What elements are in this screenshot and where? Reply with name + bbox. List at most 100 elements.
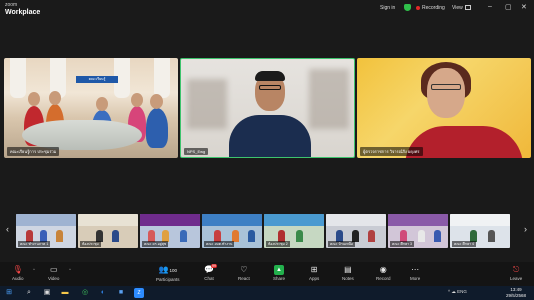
meeting-table <box>22 120 142 150</box>
view-button[interactable]: View <box>452 5 463 11</box>
notes-button[interactable]: ▤ Notes <box>342 265 354 281</box>
filmstrip-next-icon[interactable]: › <box>524 224 527 234</box>
glasses-icon <box>259 85 281 90</box>
chat-unread-badge: 99 <box>211 264 217 268</box>
filmstrip-thumb[interactable]: คณะ ศึกษา 4 <box>450 214 510 248</box>
windows-start-icon[interactable]: ⊞ <box>4 288 14 298</box>
speaker-body <box>229 115 311 157</box>
record-button[interactable]: ◉ Record <box>376 265 391 281</box>
microphone-icon: 🎙 <box>12 265 23 274</box>
file-explorer-icon[interactable]: ▬ <box>60 288 70 298</box>
filmstrip-thumb[interactable]: คณะ บ้านเหนือ <box>326 214 386 248</box>
filmstrip-prev-icon[interactable]: ‹ <box>6 224 9 234</box>
participant-name-tag: ผู้ตรวจราชการ วิจารณ์สิ่ง ผดุงศร <box>360 147 423 156</box>
people-icon: 👥100 <box>158 265 177 274</box>
audio-label: Audio <box>12 276 24 281</box>
participant-head <box>96 97 108 111</box>
react-button[interactable]: ♡ React <box>238 265 250 281</box>
curtain-decoration <box>10 58 26 98</box>
blurred-background <box>187 79 227 129</box>
meeting-toolbar: 🎙 Audio ^ ▭ Video ^ 👥100 Participants 💬 … <box>0 262 534 286</box>
clock[interactable]: 13:49 29/5/2568 <box>506 287 526 299</box>
participant-head <box>131 93 143 107</box>
more-icon: ⋯ <box>411 265 420 274</box>
clock-date: 29/5/2568 <box>506 293 527 298</box>
blurred-background <box>309 69 349 129</box>
os-taskbar: ⊞ ⌕ ▣ ▬ ◎ ◐ ■ Z ^ ☁ ENG 13:49 29/5/2568 <box>0 286 534 300</box>
participant-body <box>405 126 523 158</box>
sign-in-link[interactable]: Sign in <box>380 5 395 11</box>
audio-options-caret[interactable]: ^ <box>33 267 35 272</box>
leave-icon: ⎋ <box>512 265 520 274</box>
share-label: Share <box>273 276 286 281</box>
participant-head <box>49 91 61 105</box>
share-button[interactable]: ▲ Share <box>273 265 285 281</box>
edge-icon[interactable]: ◐ <box>98 288 108 298</box>
notes-label: Notes <box>342 276 354 281</box>
participants-button[interactable]: 👥100 Participants <box>156 265 180 282</box>
participant-head <box>28 92 40 106</box>
notes-icon: ▤ <box>344 265 352 274</box>
video-tile-3[interactable]: ผู้ตรวจราชการ วิจารณ์สิ่ง ผดุงศร <box>357 58 531 158</box>
search-icon[interactable]: ⌕ <box>24 288 34 298</box>
system-tray[interactable]: ^ ☁ ENG <box>448 289 467 295</box>
record-label: Record <box>376 276 391 281</box>
chat-label: Chat <box>204 276 214 281</box>
chat-button[interactable]: 💬 99 Chat <box>204 264 217 281</box>
participants-label: Participants <box>156 277 180 282</box>
brand-small-label: zoom <box>5 2 18 8</box>
task-view-icon[interactable]: ▣ <box>42 288 52 298</box>
shield-icon[interactable] <box>404 4 411 11</box>
chrome-icon[interactable]: ◎ <box>80 288 90 298</box>
apps-label: Apps <box>309 276 320 281</box>
participant-name-tag: NPS_Ewg <box>184 148 209 155</box>
video-tile-1[interactable]: คณะเรียนรู้ คณะเรียนรู้การ ประชุมร่วม <box>4 58 178 158</box>
video-options-caret[interactable]: ^ <box>69 267 71 272</box>
title-bar: zoom Workplace Sign in Recording View – … <box>0 0 534 18</box>
filmstrip-thumb[interactable]: คณะ ศึกษา 3 <box>388 214 448 248</box>
participant-head <box>150 94 163 109</box>
brand-label: Workplace <box>5 9 41 16</box>
thumb-name: คณะ ศึกษา 3 <box>390 241 414 247</box>
filmstrip: คณะ ทำงานภาค 1 ห้องประชุม คณะ ดร.อยู่สุข… <box>16 214 518 248</box>
participant-head <box>427 68 465 118</box>
heart-icon: ♡ <box>240 265 248 274</box>
room-banner-text: คณะเรียนรู้ <box>88 77 106 81</box>
filmstrip-thumb[interactable]: คณะ อบต.ทำงาน <box>202 214 262 248</box>
filmstrip-thumb[interactable]: ห้องประชุม <box>78 214 138 248</box>
video-button[interactable]: ▭ Video <box>48 265 59 281</box>
camera-icon: ▭ <box>49 265 58 274</box>
video-label: Video <box>48 276 60 281</box>
speaker-hair <box>255 71 285 81</box>
apps-icon: ⊞ <box>310 265 318 274</box>
apps-button[interactable]: ⊞ Apps <box>309 265 319 281</box>
filmstrip-thumb[interactable]: คณะ ดร.อยู่สุข <box>140 214 200 248</box>
glasses-icon <box>431 84 461 90</box>
curtain-decoration <box>154 58 170 98</box>
thumb-name: ห้องประชุม 2 <box>266 241 290 247</box>
filmstrip-thumb[interactable]: ห้องประชุม 2 <box>264 214 324 248</box>
participant-name-tag: คณะเรียนรู้การ ประชุมร่วม <box>7 147 60 156</box>
recording-dot-icon <box>416 6 420 10</box>
thumb-name: ห้องประชุม <box>80 241 101 247</box>
recording-indicator[interactable]: Recording <box>422 5 445 11</box>
leave-button[interactable]: ⎋ Leave <box>510 265 522 281</box>
participant-figure <box>146 108 168 148</box>
thumb-name: คณะ ศึกษา 4 <box>452 241 476 247</box>
thumb-name: คณะ ดร.อยู่สุข <box>142 241 169 247</box>
room-banner: คณะเรียนรู้ <box>76 76 118 83</box>
more-button[interactable]: ⋯ More <box>410 265 420 281</box>
video-tile-2-active-speaker[interactable]: NPS_Ewg <box>180 58 355 158</box>
grid-icon[interactable] <box>465 5 471 10</box>
filmstrip-thumb[interactable]: คณะ ทำงานภาค 1 <box>16 214 76 248</box>
maximize-button[interactable]: ▢ <box>505 3 512 11</box>
audio-button[interactable]: 🎙 Audio <box>12 265 24 281</box>
record-icon: ◉ <box>379 265 387 274</box>
close-button[interactable]: ✕ <box>521 3 527 11</box>
minimize-button[interactable]: – <box>488 3 492 10</box>
zoom-logo: zoom Workplace <box>5 2 40 16</box>
zoom-app-icon[interactable]: Z <box>134 288 144 298</box>
more-label: More <box>410 276 421 281</box>
thumb-name: คณะ บ้านเหนือ <box>328 241 356 247</box>
app-icon[interactable]: ■ <box>116 288 126 298</box>
